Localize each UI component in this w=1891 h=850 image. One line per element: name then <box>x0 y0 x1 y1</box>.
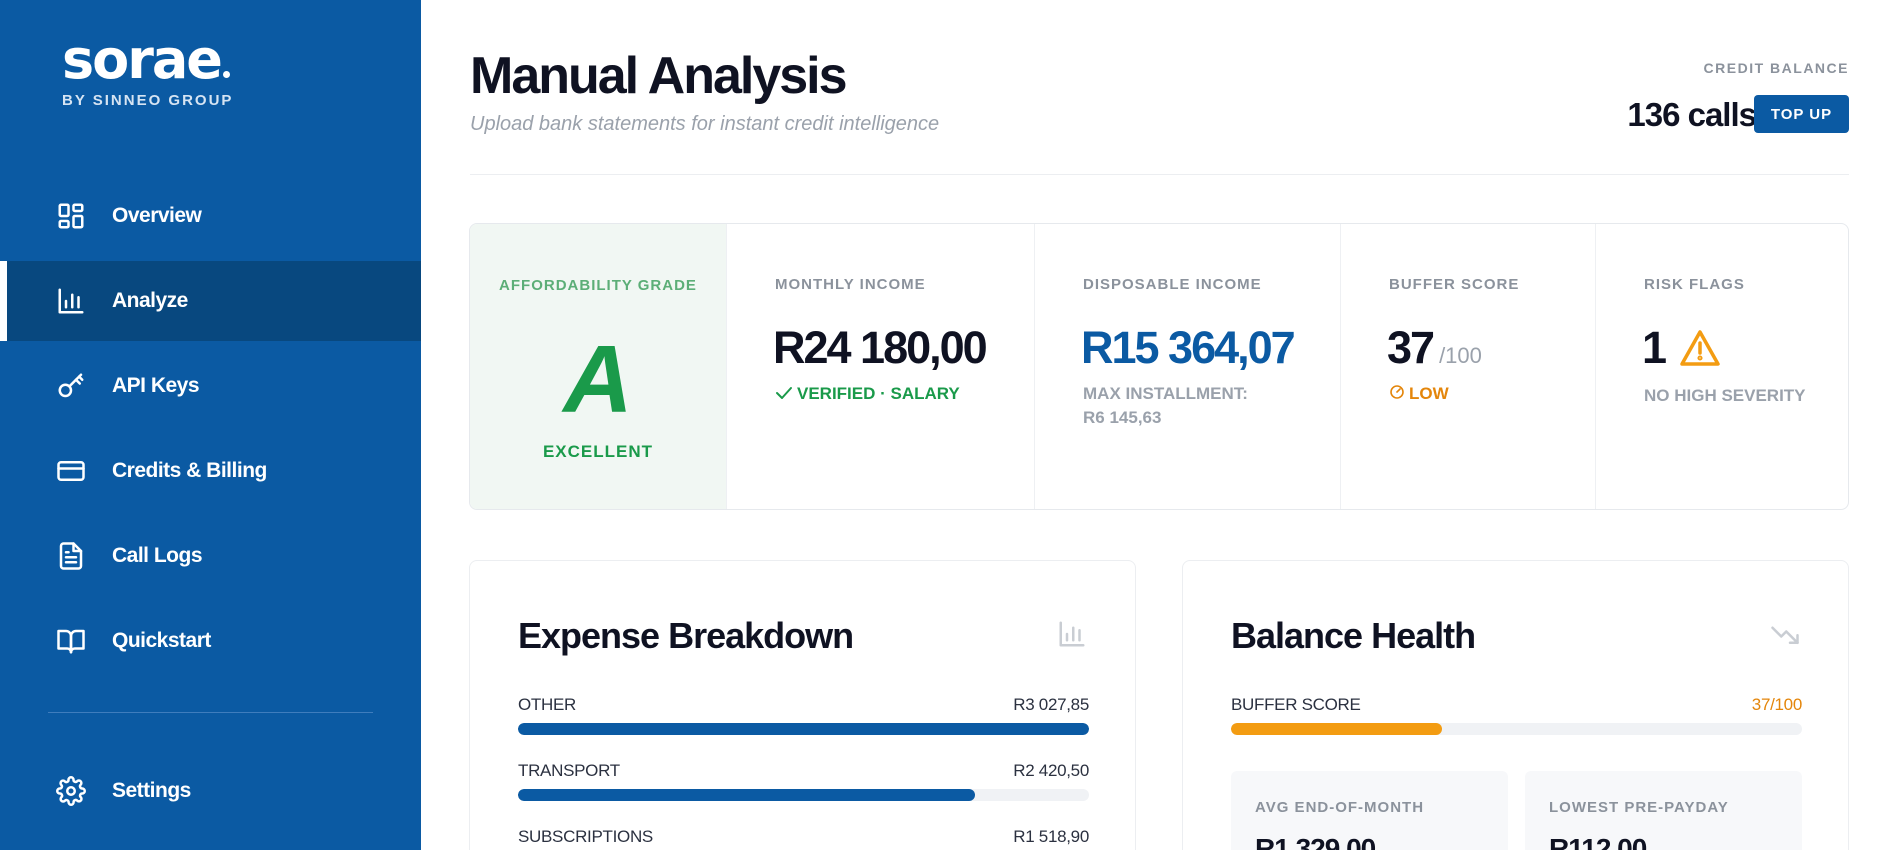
warning-icon <box>1679 329 1721 367</box>
avg-end-of-month-value: R1 329,00 <box>1255 833 1376 850</box>
document-icon <box>56 541 86 571</box>
sidebar-item-label: Quickstart <box>112 629 211 652</box>
affordability-grade-value: A <box>563 326 633 433</box>
expense-row-value: R2 420,50 <box>1013 761 1089 780</box>
sidebar-item-label: Credits & Billing <box>112 459 267 482</box>
top-up-button[interactable]: TOP UP <box>1754 95 1849 133</box>
buffer-score-suffix: /100 <box>1439 343 1482 368</box>
lowest-pre-payday-value: R112,00 <box>1549 833 1647 850</box>
monthly-income-note-text: VERIFIED · SALARY <box>797 384 960 403</box>
sidebar-item-label: API Keys <box>112 374 200 397</box>
disposable-income-value: R15 364,07 <box>1081 322 1296 373</box>
page-subtitle: Upload bank statements for instant credi… <box>470 113 940 135</box>
buffer-score-note-text: LOW <box>1409 384 1449 403</box>
risk-flags-label: RISK FLAGS <box>1644 276 1745 293</box>
expense-row-other: OTHER R3 027,85 <box>518 695 1089 735</box>
risk-flags-metric: RISK FLAGS 1 NO HIGH SEVERITY <box>1595 224 1848 509</box>
sidebar-item-settings[interactable]: Settings <box>0 751 421 831</box>
brand-logo[interactable]: sorae BY SINNEO GROUP <box>62 32 234 110</box>
credit-card-icon <box>56 456 86 486</box>
bar-chart-icon <box>56 286 86 316</box>
expense-row-subscriptions: SUBSCRIPTIONS R1 518,90 <box>518 827 1089 850</box>
avg-end-of-month-tile: AVG END-OF-MONTH R1 329,00 <box>1231 771 1508 850</box>
expense-breakdown-card: Expense Breakdown OTHER R3 027,85 TRANSPO… <box>469 560 1136 850</box>
disposable-income-label: DISPOSABLE INCOME <box>1083 276 1262 293</box>
buffer-score-row-value: 37/100 <box>1751 695 1803 714</box>
expense-row-label: SUBSCRIPTIONS <box>518 827 653 846</box>
bar-chart-icon <box>1057 619 1087 649</box>
buffer-score-value-wrap: 37/100 <box>1387 322 1482 374</box>
balance-health-title: Balance Health <box>1231 615 1476 656</box>
grid-icon <box>56 201 86 231</box>
max-installment-note: MAX INSTALLMENT: R6 145,63 <box>1083 382 1248 430</box>
page-title: Manual Analysis <box>470 47 848 105</box>
analysis-summary-card: AFFORDABILITY GRADE A EXCELLENT MONTHLY … <box>469 223 1849 510</box>
balance-health-card: Balance Health BUFFER SCORE 37/100 AVG EN… <box>1182 560 1849 850</box>
expense-row-label: TRANSPORT <box>518 761 620 780</box>
buffer-score-value: 37 <box>1387 322 1435 373</box>
buffer-score-note: LOW <box>1389 384 1449 405</box>
sidebar-item-call-logs[interactable]: Call Logs <box>0 516 421 596</box>
sidebar-item-analyze[interactable]: Analyze <box>0 261 421 341</box>
buffer-score-fill <box>1231 723 1443 735</box>
sidebar-item-label: Overview <box>112 204 202 227</box>
buffer-score-metric: BUFFER SCORE 37/100 LOW <box>1340 224 1595 509</box>
sidebar-divider <box>48 712 373 713</box>
risk-flags-note: NO HIGH SEVERITY <box>1644 386 1806 405</box>
affordability-grade-text: EXCELLENT <box>542 442 654 461</box>
sidebar-item-overview[interactable]: Overview <box>0 176 421 256</box>
key-icon <box>56 371 86 401</box>
avg-end-of-month-label: AVG END-OF-MONTH <box>1255 799 1425 816</box>
credit-balance-value: 136 calls <box>1627 96 1757 133</box>
expense-row-label: OTHER <box>518 695 577 714</box>
sidebar-item-label: Analyze <box>112 289 188 312</box>
gauge-icon <box>1389 384 1405 405</box>
sidebar-item-api-keys[interactable]: API Keys <box>0 346 421 426</box>
expense-row-track <box>518 789 1089 801</box>
gear-icon <box>56 776 86 806</box>
buffer-score-row-label: BUFFER SCORE <box>1231 695 1361 714</box>
header-divider <box>470 174 1849 175</box>
credit-balance-label: CREDIT BALANCE <box>1703 60 1849 76</box>
monthly-income-metric: MONTHLY INCOME R24 180,00 VERIFIED · SAL… <box>726 224 1034 509</box>
check-icon <box>775 385 793 405</box>
affordability-grade-label: AFFORDABILITY GRADE <box>499 277 697 294</box>
sidebar-item-credits-billing[interactable]: Credits & Billing <box>0 431 421 511</box>
buffer-score-track <box>1231 723 1802 735</box>
monthly-income-note: VERIFIED · SALARY <box>775 384 960 405</box>
monthly-income-value: R24 180,00 <box>773 322 988 373</box>
max-installment-value: R6 145,63 <box>1083 408 1162 427</box>
monthly-income-label: MONTHLY INCOME <box>775 276 926 293</box>
disposable-income-metric: DISPOSABLE INCOME R15 364,07 MAX INSTALL… <box>1034 224 1340 509</box>
brand-wordmark: sorae <box>62 32 233 88</box>
expense-row-track <box>518 723 1089 735</box>
expense-row-transport: TRANSPORT R2 420,50 <box>518 761 1089 801</box>
lowest-pre-payday-label: LOWEST PRE-PAYDAY <box>1549 799 1729 816</box>
sidebar-item-quickstart[interactable]: Quickstart <box>0 601 421 681</box>
expense-row-fill <box>518 723 1089 735</box>
sidebar-item-label: Call Logs <box>112 544 203 567</box>
sidebar: sorae BY SINNEO GROUP Overview Analyze A… <box>0 0 421 850</box>
brand-tagline: BY SINNEO GROUP <box>62 92 234 109</box>
expense-row-value: R3 027,85 <box>1013 695 1089 714</box>
buffer-score-label: BUFFER SCORE <box>1389 276 1520 293</box>
sidebar-item-label: Settings <box>112 779 191 802</box>
risk-flags-value-wrap: 1 <box>1642 322 1721 374</box>
expense-breakdown-title: Expense Breakdown <box>518 615 854 656</box>
risk-flags-value: 1 <box>1642 322 1667 373</box>
max-installment-label: MAX INSTALLMENT: <box>1083 384 1248 403</box>
affordability-grade-panel: AFFORDABILITY GRADE A EXCELLENT <box>470 224 726 509</box>
book-icon <box>56 626 86 656</box>
lowest-pre-payday-tile: LOWEST PRE-PAYDAY R112,00 <box>1525 771 1802 850</box>
expense-row-value: R1 518,90 <box>1013 827 1089 846</box>
buffer-score-row: BUFFER SCORE 37/100 <box>1231 695 1802 735</box>
main-content: Manual Analysis Upload bank statements f… <box>421 0 1891 850</box>
expense-row-fill <box>518 789 975 801</box>
trending-down-icon <box>1770 619 1800 649</box>
